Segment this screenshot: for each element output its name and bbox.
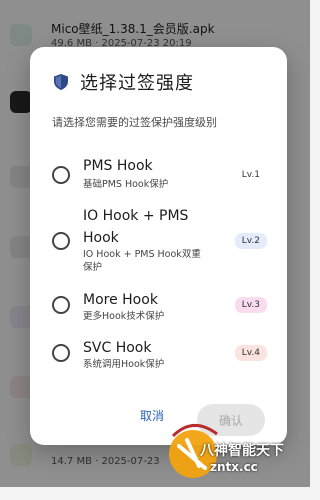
level-badge: Lv.3 [234,297,267,313]
bypass-strength-dialog: 选择过签强度 请选择您需要的过签保护强度级别 PMS Hook 基础PMS Ho… [30,47,287,445]
cancel-button[interactable]: 取消 [140,407,164,424]
option-io-pms-hook[interactable]: IO Hook + PMS Hook IO Hook + PMS Hook双重 … [30,205,287,283]
option-svc-hook[interactable]: SVC Hook 系统调用Hook保护 Lv.4 [30,337,287,377]
option-more-hook[interactable]: More Hook 更多Hook技术保护 Lv.3 [30,289,287,329]
option-title: SVC Hook [83,340,152,356]
option-description: 更多Hook技术保护 [83,311,165,322]
option-pms-hook[interactable]: PMS Hook 基础PMS Hook保护 Lv.1 [30,152,287,200]
option-description: 系统调用Hook保护 [83,359,165,370]
option-title-line1: IO Hook + PMS [83,208,189,224]
radio-button[interactable] [52,232,70,250]
option-title-line2: Hook [83,230,119,246]
radio-button[interactable] [52,166,70,184]
option-description-line2: 保护 [83,262,103,273]
level-badge: Lv.4 [234,345,267,361]
option-title: PMS Hook [83,158,153,174]
dialog-title: 选择过签强度 [80,73,194,94]
level-badge: Lv.1 [234,167,267,183]
option-description: 基础PMS Hook保护 [83,179,169,190]
option-title: More Hook [83,292,158,308]
watermark-text: 八神智能天下 [200,443,284,459]
level-badge: Lv.2 [234,233,267,249]
shield-icon [54,74,68,90]
dialog-subtitle: 请选择您需要的过签保护强度级别 [52,116,217,129]
option-description-line1: IO Hook + PMS Hook双重 [83,249,201,260]
watermark-url: zntx.cc [210,460,258,474]
radio-button[interactable] [52,296,70,314]
radio-button[interactable] [52,344,70,362]
